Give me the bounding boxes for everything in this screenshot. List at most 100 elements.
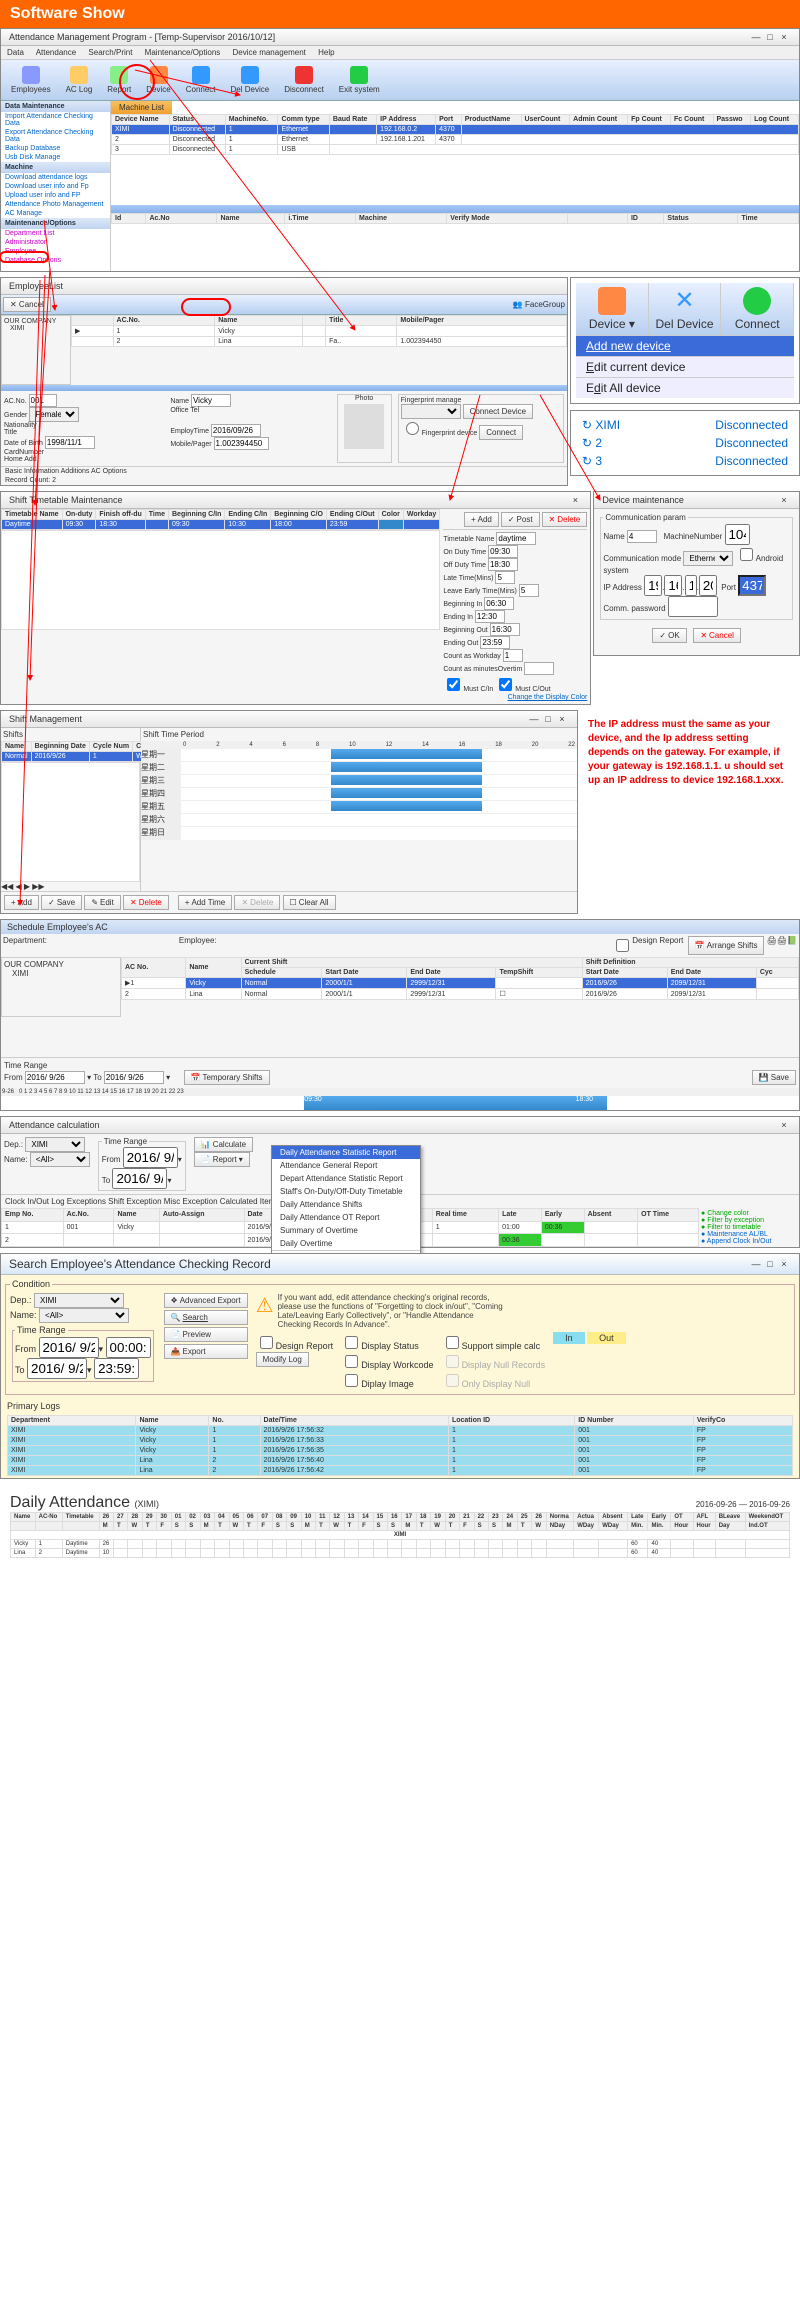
report-item[interactable]: Depart Attendance Statistic Report: [272, 1172, 420, 1185]
s-from[interactable]: [39, 1337, 99, 1358]
emp-tabs[interactable]: Basic Information Additions AC Options: [1, 466, 567, 476]
modify-log-btn[interactable]: Modify Log: [256, 1352, 309, 1367]
change-color-link[interactable]: Change the Display Color: [508, 694, 588, 701]
close-icon[interactable]: ×: [777, 495, 791, 505]
cw-input[interactable]: [503, 649, 523, 662]
emptime-input[interactable]: [211, 424, 261, 437]
from-date[interactable]: [25, 1071, 85, 1084]
sm-addtime[interactable]: + Add Time: [178, 895, 232, 910]
late-input[interactable]: [495, 571, 515, 584]
side-photo[interactable]: Attendance Photo Management: [1, 200, 110, 209]
window-controls[interactable]: —□×: [749, 32, 791, 42]
side-export[interactable]: Export Attendance Checking Data: [1, 128, 110, 144]
log-row[interactable]: XIMIVicky12016/9/26 17:56:351001FP: [8, 1446, 793, 1456]
report-item[interactable]: Daily Attendance OT Report: [272, 1211, 420, 1224]
sm-deltime[interactable]: ✕ Delete: [234, 895, 280, 910]
zoom-row[interactable]: ↻ 3Disconnected: [576, 452, 794, 470]
cancel-btn[interactable]: ✕ Cancel: [3, 297, 51, 312]
gender-select[interactable]: Female: [29, 407, 79, 422]
s-dep[interactable]: XIMI: [34, 1293, 124, 1308]
device-row[interactable]: 2Disconnected1Ethernet192.168.1.2014370: [112, 135, 799, 145]
leave-input[interactable]: [519, 584, 539, 597]
calc-dep[interactable]: XIMI: [25, 1137, 85, 1152]
excel-icon[interactable]: 📗: [787, 936, 797, 955]
side-dept[interactable]: Department List: [1, 229, 110, 238]
device-grid[interactable]: Device NameStatusMachineNo.Comm typeBaud…: [111, 114, 799, 155]
cm-input[interactable]: [524, 662, 554, 675]
side-acmanage[interactable]: AC Manage: [1, 209, 110, 218]
menubar[interactable]: Data Attendance Search/Print Maintenance…: [1, 46, 799, 60]
close-icon[interactable]: ×: [777, 1120, 791, 1130]
sm-save[interactable]: ✓ Save: [41, 895, 82, 910]
report-item[interactable]: Staff's On-Duty/Off-Duty Timetable: [272, 1185, 420, 1198]
eo-input[interactable]: [480, 636, 510, 649]
bi-input[interactable]: [484, 597, 514, 610]
side-dl-logs[interactable]: Download attendance logs: [1, 173, 110, 182]
dr-check[interactable]: [260, 1336, 273, 1349]
side-usb[interactable]: Usb Disk Manage: [1, 153, 110, 162]
side-backup[interactable]: Backup Database: [1, 144, 110, 153]
ds-check[interactable]: [345, 1336, 358, 1349]
sched-tree[interactable]: OUR COMPANY XIMI: [1, 957, 121, 1017]
dm-mn[interactable]: [725, 524, 750, 545]
facegroup-btn[interactable]: 👥 FaceGroup: [513, 300, 565, 309]
dept-tree[interactable]: OUR COMPANY XIMI: [1, 315, 71, 385]
calc-from[interactable]: [123, 1147, 178, 1168]
zoom-connect[interactable]: Connect: [721, 283, 794, 335]
tb-device[interactable]: Device: [140, 64, 176, 96]
adv-export-btn[interactable]: ❖ Advanced Export: [164, 1293, 248, 1308]
ip4[interactable]: [699, 575, 717, 596]
cancel-btn[interactable]: ✕ Cancel: [693, 628, 741, 643]
tb-connect[interactable]: Connect: [180, 64, 222, 96]
mc-check[interactable]: [447, 678, 460, 691]
side-import[interactable]: Import Attendance Checking Data: [1, 112, 110, 128]
ip2[interactable]: [664, 575, 682, 596]
acno-input[interactable]: [29, 394, 57, 407]
side-admin[interactable]: Administrator: [1, 238, 110, 247]
ssc-check[interactable]: [446, 1336, 459, 1349]
ei-input[interactable]: [475, 610, 505, 623]
arrange-shifts-btn[interactable]: 📅 Arrange Shifts: [688, 936, 765, 955]
side-link[interactable]: ● Change color: [701, 1210, 797, 1217]
tb-report[interactable]: Report: [101, 64, 137, 96]
tb-aclog[interactable]: AC Log: [60, 64, 99, 96]
menu-data[interactable]: Data: [7, 48, 24, 57]
on-input[interactable]: [488, 545, 518, 558]
side-employee[interactable]: Employee: [1, 247, 110, 256]
zoom-row[interactable]: ↻ 2Disconnected: [576, 434, 794, 452]
log-row[interactable]: XIMILina22016/9/26 17:56:421001FP: [8, 1466, 793, 1476]
dm-name[interactable]: [627, 530, 657, 543]
s-t1[interactable]: [106, 1337, 151, 1358]
mob-input[interactable]: [214, 437, 269, 450]
side-link[interactable]: ● Append Clock In/Out: [701, 1238, 797, 1245]
tb-employees[interactable]: Employees: [5, 64, 57, 96]
report-item[interactable]: Daily Attendance Shifts: [272, 1198, 420, 1211]
mo-check[interactable]: [499, 678, 512, 691]
menu-device[interactable]: Device management: [233, 48, 306, 57]
dr-check[interactable]: [616, 939, 629, 952]
side-link[interactable]: ● Filter to timetable: [701, 1224, 797, 1231]
sm-clearall[interactable]: ☐ Clear All: [283, 895, 336, 910]
tb-exit[interactable]: Exit system: [333, 64, 386, 96]
print2-icon[interactable]: 🖨: [777, 936, 787, 955]
report-btn[interactable]: 📄 Report ▾: [194, 1152, 250, 1167]
bo-input[interactable]: [490, 623, 520, 636]
ttname-input[interactable]: [496, 532, 536, 545]
temp-shifts-btn[interactable]: 📅 Temporary Shifts: [184, 1070, 270, 1085]
close-icon[interactable]: ×: [568, 495, 582, 505]
log-row[interactable]: XIMIVicky12016/9/26 17:56:331001FP: [8, 1436, 793, 1446]
tb-deldevice[interactable]: Del Device: [225, 64, 276, 96]
del-btn[interactable]: ✕ Delete: [542, 512, 588, 527]
dm-port[interactable]: [738, 575, 766, 596]
dd-editall[interactable]: Edit All device: [576, 377, 794, 398]
s-to[interactable]: [27, 1358, 87, 1379]
add-btn[interactable]: + Add: [464, 512, 499, 527]
print-icon[interactable]: 🖨: [767, 936, 777, 955]
sched-row[interactable]: ▶1VickyNormal2000/1/12999/12/312016/9/26…: [122, 978, 799, 989]
device-row[interactable]: 3Disconnected1USB: [112, 145, 799, 155]
conn-device-btn[interactable]: Connect Device: [463, 404, 533, 419]
dd-add[interactable]: Add new device: [576, 335, 794, 356]
sm-del[interactable]: ✕ Delete: [123, 895, 169, 910]
dm-pwd[interactable]: [668, 596, 718, 617]
report-item[interactable]: Attendance General Report: [272, 1159, 420, 1172]
